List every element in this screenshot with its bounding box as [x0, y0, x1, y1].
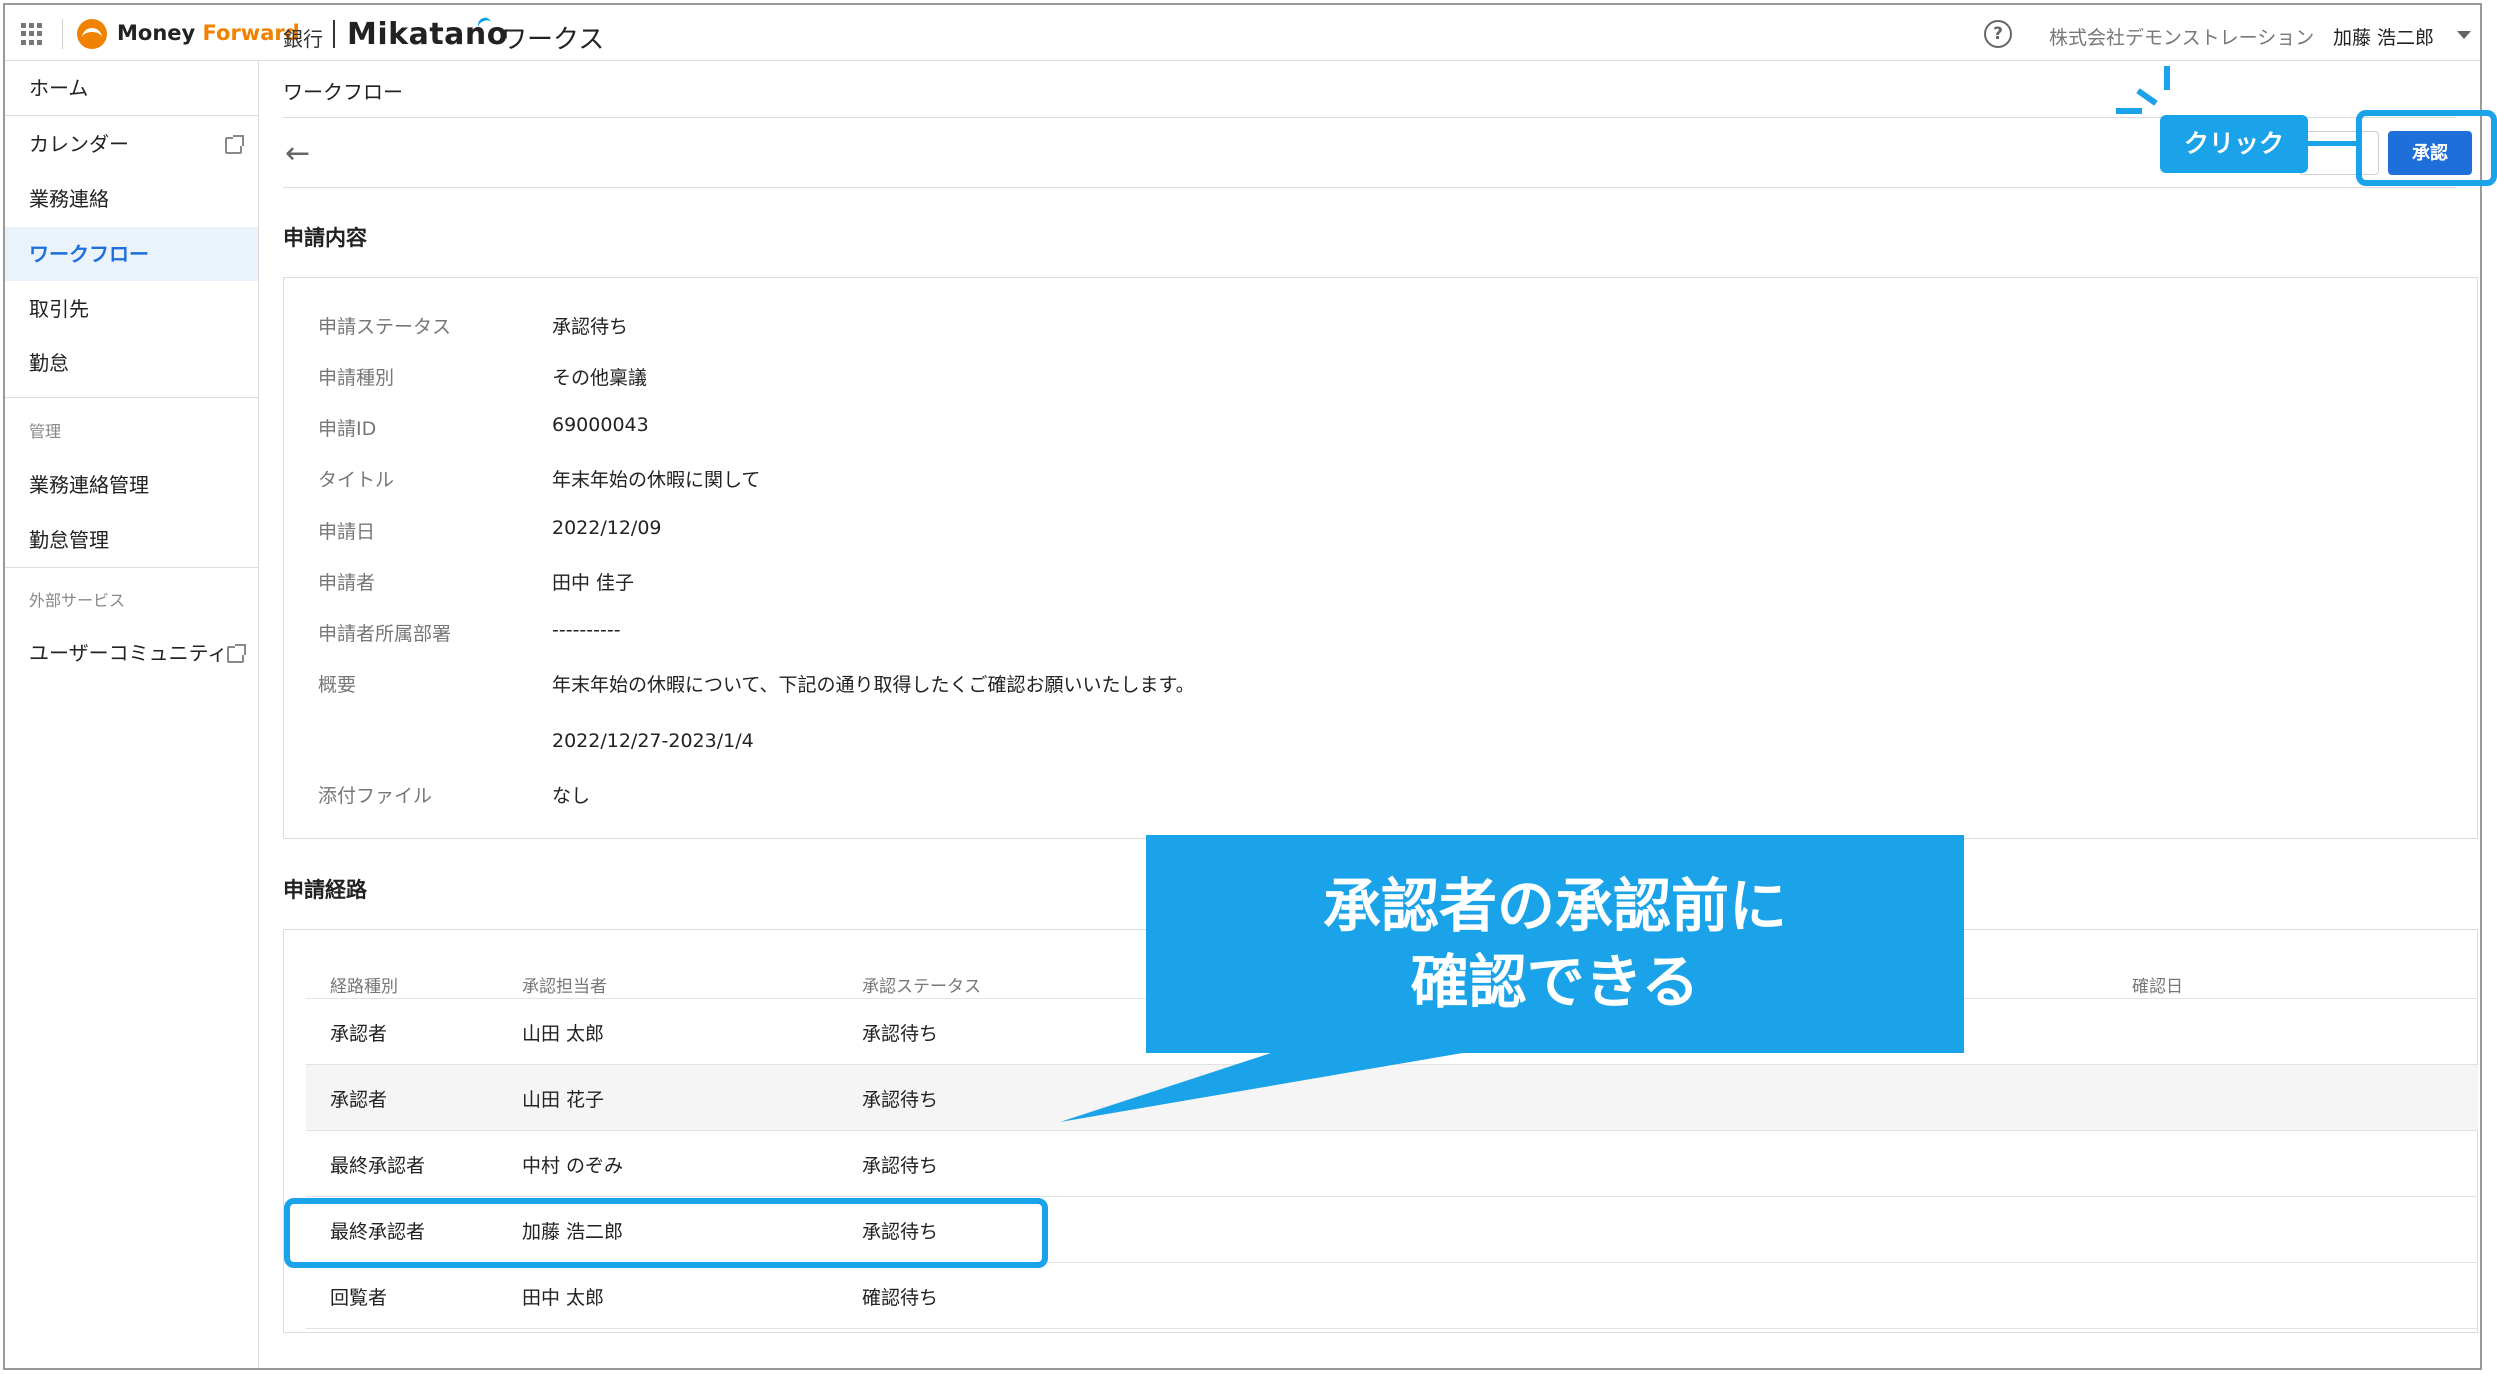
- detail-value: 承認待ち: [552, 316, 629, 338]
- table-row: 最終承認者 中村 のぞみ 承認待ち: [306, 1130, 2478, 1196]
- app-grid-icon[interactable]: [21, 23, 43, 45]
- detail-label: 概要: [318, 674, 357, 696]
- click-connector-line: [2307, 141, 2361, 146]
- sidebar-item-attendance[interactable]: 勤怠: [5, 336, 258, 390]
- bank-brand: 銀行: [283, 27, 323, 51]
- app-window: Money Forward 銀行 Mikatano ワークス ? 株式会社デモン…: [3, 3, 2482, 1370]
- detail-label: タイトル: [318, 469, 395, 491]
- sidebar-item-workflow[interactable]: ワークフロー: [5, 227, 258, 281]
- detail-label: 申請日: [318, 521, 376, 543]
- sidebar-item-user-community[interactable]: ユーザーコミュニティ: [5, 626, 258, 680]
- click-spark-icon: [2164, 66, 2170, 90]
- brand-divider: [333, 20, 335, 48]
- external-link-icon: [227, 644, 246, 663]
- detail-label: 申請者所属部署: [318, 623, 452, 645]
- route-type: 承認者: [330, 1023, 388, 1045]
- sidebar-item-label: ユーザーコミュニティ: [29, 641, 228, 665]
- works-brand: ワークス: [501, 25, 605, 55]
- table-bottom-border: [306, 1328, 2478, 1329]
- route-person: 中村 のぞみ: [522, 1155, 624, 1177]
- money-forward-logo-icon: [77, 19, 107, 49]
- detail-label: 申請者: [318, 572, 376, 594]
- chevron-down-icon[interactable]: [2457, 31, 2471, 39]
- click-annotation-label: クリック: [2160, 115, 2308, 173]
- column-header: 承認担当者: [522, 977, 607, 997]
- title-divider: [283, 117, 2456, 118]
- detail-value: なし: [552, 785, 591, 807]
- detail-label: 申請種別: [318, 367, 395, 389]
- header-divider: [62, 19, 63, 49]
- application-details: 申請ステータス 承認待ち 申請種別 その他稟議 申請ID 69000043 タイ…: [283, 277, 2478, 839]
- route-heading: 申請経路: [283, 878, 367, 902]
- detail-value: 2022/12/09: [552, 517, 662, 539]
- page-title: ワークフロー: [283, 80, 403, 104]
- detail-value: ----------: [552, 619, 621, 641]
- sidebar-divider: [5, 397, 258, 398]
- detail-value: 2022/12/27-2023/1/4: [552, 730, 754, 752]
- column-header: 確認日: [2132, 977, 2183, 997]
- sidebar-section-admin: 管理: [29, 422, 62, 441]
- main-content: ワークフロー ← 承認 申請内容 申請ステータス 承認待ち 申請種別 その他稟議…: [259, 61, 2480, 1368]
- sidebar-item-business-contact[interactable]: 業務連絡: [5, 172, 258, 226]
- sidebar: ホーム カレンダー 業務連絡 ワークフロー 取引先 勤怠 管理 業務連絡管理 勤…: [5, 61, 259, 1368]
- approve-highlight: [2356, 110, 2497, 186]
- detail-label: 申請ステータス: [318, 316, 452, 338]
- detail-label: 申請ID: [318, 418, 377, 440]
- route-status: 確認待ち: [862, 1287, 939, 1309]
- detail-value: 年末年始の休暇について、下記の通り取得したくご確認お願いいたします。: [552, 674, 1195, 696]
- route-type: 回覧者: [330, 1287, 388, 1309]
- detail-value: 年末年始の休暇に関して: [552, 469, 761, 491]
- sidebar-item-label: カレンダー: [29, 132, 129, 156]
- company-name: 株式会社デモンストレーション: [2049, 27, 2315, 49]
- sidebar-item-home[interactable]: ホーム: [5, 61, 258, 115]
- sidebar-section-external: 外部サービス: [29, 591, 126, 610]
- column-header: 経路種別: [330, 977, 398, 997]
- route-status: 承認待ち: [862, 1023, 939, 1045]
- help-icon[interactable]: ?: [1984, 20, 2012, 48]
- callout-line: 承認者の承認前に: [1322, 872, 1787, 940]
- table-row: 承認者 山田 花子 承認待ち: [306, 1064, 2478, 1130]
- detail-value: 69000043: [552, 414, 649, 436]
- route-status: 承認待ち: [862, 1155, 939, 1177]
- route-person: 田中 太郎: [522, 1287, 605, 1309]
- back-arrow-icon[interactable]: ←: [285, 139, 310, 169]
- sidebar-item-calendar[interactable]: カレンダー: [5, 117, 258, 171]
- money-forward-brand: Money Forward: [117, 21, 300, 45]
- route-person: 山田 太郎: [522, 1023, 605, 1045]
- route-type: 最終承認者: [330, 1155, 426, 1177]
- row-highlight: [284, 1198, 1048, 1268]
- user-menu[interactable]: 加藤 浩二郎: [2333, 23, 2434, 50]
- sidebar-divider: [5, 567, 258, 568]
- sidebar-item-clients[interactable]: 取引先: [5, 282, 258, 336]
- callout-line: 確認できる: [1410, 948, 1700, 1016]
- callout-box: 承認者の承認前に 確認できる: [1146, 835, 1964, 1053]
- sidebar-divider: [5, 115, 258, 116]
- external-link-icon: [225, 135, 244, 154]
- sidebar-item-attendance-admin[interactable]: 勤怠管理: [5, 513, 258, 567]
- detail-label: 添付ファイル: [318, 785, 433, 807]
- top-header: Money Forward 銀行 Mikatano ワークス ? 株式会社デモン…: [5, 5, 2480, 61]
- detail-value: 田中 佳子: [552, 572, 635, 594]
- toolbar-divider: [283, 187, 2456, 188]
- click-spark-icon: [2116, 108, 2142, 114]
- table-row: 回覧者 田中 太郎 確認待ち: [306, 1262, 2478, 1328]
- details-heading: 申請内容: [283, 226, 367, 250]
- route-status: 承認待ち: [862, 1089, 939, 1111]
- column-header: 承認ステータス: [862, 977, 981, 997]
- route-type: 承認者: [330, 1089, 388, 1111]
- detail-value: その他稟議: [552, 367, 648, 389]
- sidebar-item-contact-admin[interactable]: 業務連絡管理: [5, 458, 258, 512]
- route-person: 山田 花子: [522, 1089, 605, 1111]
